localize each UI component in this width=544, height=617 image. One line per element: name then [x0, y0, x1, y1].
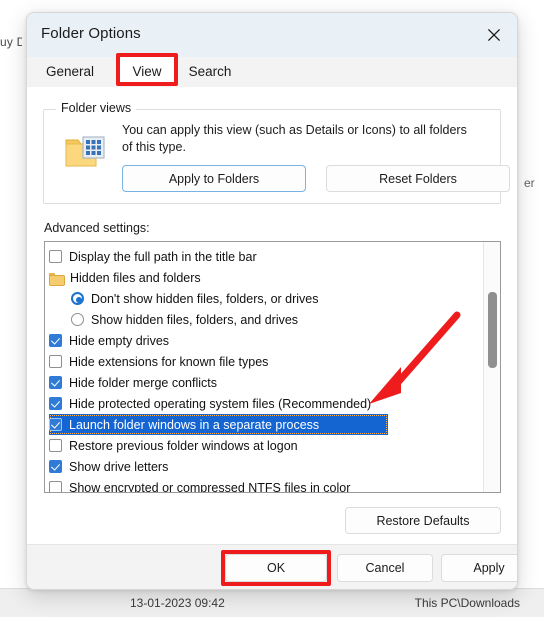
- checkbox-checked-icon[interactable]: [49, 334, 62, 347]
- advanced-setting-label: Launch folder windows in a separate proc…: [69, 417, 320, 432]
- scrollbar-thumb[interactable]: [488, 292, 497, 368]
- checkbox-checked-icon[interactable]: [49, 376, 62, 389]
- folder-icon[interactable]: [49, 272, 65, 286]
- advanced-setting-label: Display the full path in the title bar: [69, 249, 257, 264]
- folder-view-icon: [64, 132, 108, 170]
- checkbox-checked-icon[interactable]: [49, 418, 62, 431]
- advanced-setting-row[interactable]: Hide folder merge conflicts: [49, 372, 483, 393]
- dialog-footer: OK Cancel Apply: [27, 544, 517, 589]
- folder-views-description: You can apply this view (such as Details…: [122, 123, 467, 154]
- advanced-setting-row[interactable]: Launch folder windows in a separate proc…: [49, 414, 388, 435]
- advanced-setting-row[interactable]: Show drive letters: [49, 456, 483, 477]
- advanced-setting-label: Show hidden files, folders, and drives: [91, 312, 299, 327]
- advanced-settings-scrollbar[interactable]: [483, 242, 500, 492]
- advanced-setting-row[interactable]: Hide extensions for known file types: [49, 351, 483, 372]
- advanced-setting-label: Show encrypted or compressed NTFS files …: [69, 480, 351, 493]
- explorer-status-bar: 13-01-2023 09:42 This PC\Downloads: [0, 588, 544, 617]
- checkbox-unchecked-icon[interactable]: [49, 250, 62, 263]
- restore-defaults-button[interactable]: Restore Defaults: [345, 507, 501, 534]
- tab-view[interactable]: View: [119, 57, 175, 85]
- status-bar-date: 13-01-2023 09:42: [130, 596, 225, 610]
- advanced-settings-label: Advanced settings:: [44, 221, 150, 235]
- checkbox-unchecked-icon[interactable]: [49, 439, 62, 452]
- tab-search[interactable]: Search: [179, 57, 241, 85]
- apply-button[interactable]: Apply: [441, 554, 517, 582]
- advanced-setting-row[interactable]: Don't show hidden files, folders, or dri…: [49, 288, 483, 309]
- folder-options-dialog: Folder Options General View Search Folde…: [26, 12, 518, 590]
- background-left-text-fragment: uy D: [0, 35, 22, 49]
- advanced-setting-label: Hide extensions for known file types: [69, 354, 269, 369]
- advanced-setting-label: Show drive letters: [69, 459, 169, 474]
- radio-selected-icon[interactable]: [71, 292, 84, 305]
- dialog-title: Folder Options: [41, 25, 141, 42]
- cancel-button[interactable]: Cancel: [337, 554, 433, 582]
- ok-button[interactable]: OK: [225, 554, 327, 582]
- advanced-setting-row[interactable]: Restore previous folder windows at logon: [49, 435, 483, 456]
- advanced-setting-row[interactable]: Hide protected operating system files (R…: [49, 393, 483, 414]
- advanced-settings-rows: Display the full path in the title bar Hi…: [45, 242, 483, 492]
- tab-strip: General View Search: [27, 53, 517, 87]
- status-bar-path: This PC\Downloads: [414, 596, 520, 610]
- tab-general[interactable]: General: [39, 57, 101, 85]
- folder-views-legend: Folder views: [56, 101, 137, 115]
- close-icon[interactable]: [471, 13, 517, 57]
- advanced-settings-list[interactable]: Display the full path in the title bar Hi…: [44, 241, 501, 493]
- advanced-setting-label: Hide protected operating system files (R…: [69, 396, 372, 411]
- advanced-setting-row[interactable]: Show hidden files, folders, and drives: [49, 309, 483, 330]
- apply-to-folders-button[interactable]: Apply to Folders: [122, 165, 306, 192]
- reset-folders-button[interactable]: Reset Folders: [326, 165, 510, 192]
- checkbox-checked-icon[interactable]: [49, 397, 62, 410]
- radio-unselected-icon[interactable]: [71, 313, 84, 326]
- advanced-setting-row[interactable]: Display the full path in the title bar: [49, 246, 483, 267]
- advanced-setting-row[interactable]: Show encrypted or compressed NTFS files …: [49, 477, 483, 493]
- dialog-title-bar: Folder Options: [27, 13, 517, 57]
- advanced-setting-label: Hide folder merge conflicts: [69, 375, 217, 390]
- advanced-setting-label: Don't show hidden files, folders, or dri…: [91, 291, 319, 306]
- advanced-setting-row[interactable]: Hide empty drives: [49, 330, 483, 351]
- folder-views-group: Folder views You can apply this view (su…: [43, 101, 510, 204]
- advanced-setting-label: Hidden files and folders: [70, 270, 201, 285]
- background-right-text-fragment: er: [524, 176, 535, 190]
- advanced-setting-row[interactable]: Hidden files and folders: [49, 267, 483, 288]
- advanced-setting-label: Restore previous folder windows at logon: [69, 438, 298, 453]
- view-tab-panel: Folder views You can apply this view (su…: [27, 87, 517, 546]
- checkbox-checked-icon[interactable]: [49, 460, 62, 473]
- advanced-setting-label: Hide empty drives: [69, 333, 170, 348]
- checkbox-unchecked-icon[interactable]: [49, 355, 62, 368]
- checkbox-unchecked-icon[interactable]: [49, 481, 62, 492]
